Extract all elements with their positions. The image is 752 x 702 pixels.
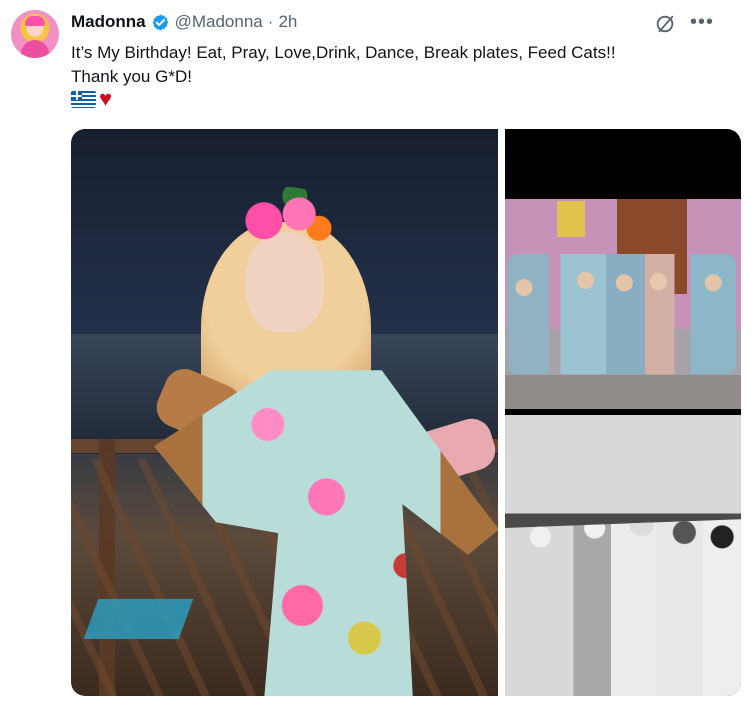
group-photo-color[interactable] (505, 199, 741, 409)
yellow-sign (557, 201, 585, 237)
tweet-emoji-row: ♥ (71, 86, 113, 111)
pool (83, 599, 194, 639)
avatar-body (21, 40, 49, 58)
flower-crown (231, 187, 341, 262)
group-people-color (508, 254, 736, 374)
main-photo[interactable] (71, 129, 498, 696)
avatar-hat (25, 16, 45, 26)
author-name[interactable]: Madonna (71, 12, 146, 32)
tweet[interactable]: Madonna @Madonna · 2h ••• It’s My Birthd… (0, 0, 752, 702)
greek-flag-cross-horizontal (71, 94, 82, 97)
post-time[interactable]: 2h (278, 12, 297, 32)
group-photo-black-white[interactable] (505, 415, 741, 696)
media-grid (71, 129, 741, 696)
author-handle[interactable]: @Madonna (175, 12, 263, 32)
tweet-actions-top: ••• (654, 12, 714, 35)
grok-icon[interactable] (654, 13, 676, 35)
steps (505, 375, 741, 409)
side-photo-column[interactable] (505, 129, 741, 696)
more-options-icon[interactable]: ••• (690, 12, 714, 32)
tweet-text-line-1: It’s My Birthday! Eat, Pray, Love,Drink,… (71, 43, 616, 62)
avatar[interactable] (11, 10, 59, 58)
greek-flag-icon (71, 90, 96, 108)
header-separator: · (267, 12, 274, 31)
verified-badge-icon (152, 13, 168, 31)
tweet-header: Madonna @Madonna · 2h (71, 10, 297, 34)
tweet-text-line-2: Thank you G*D! (71, 67, 192, 86)
red-heart-icon: ♥ (99, 86, 113, 111)
tweet-text: It’s My Birthday! Eat, Pray, Love,Drink,… (71, 41, 711, 89)
group-people-bw (505, 519, 741, 696)
